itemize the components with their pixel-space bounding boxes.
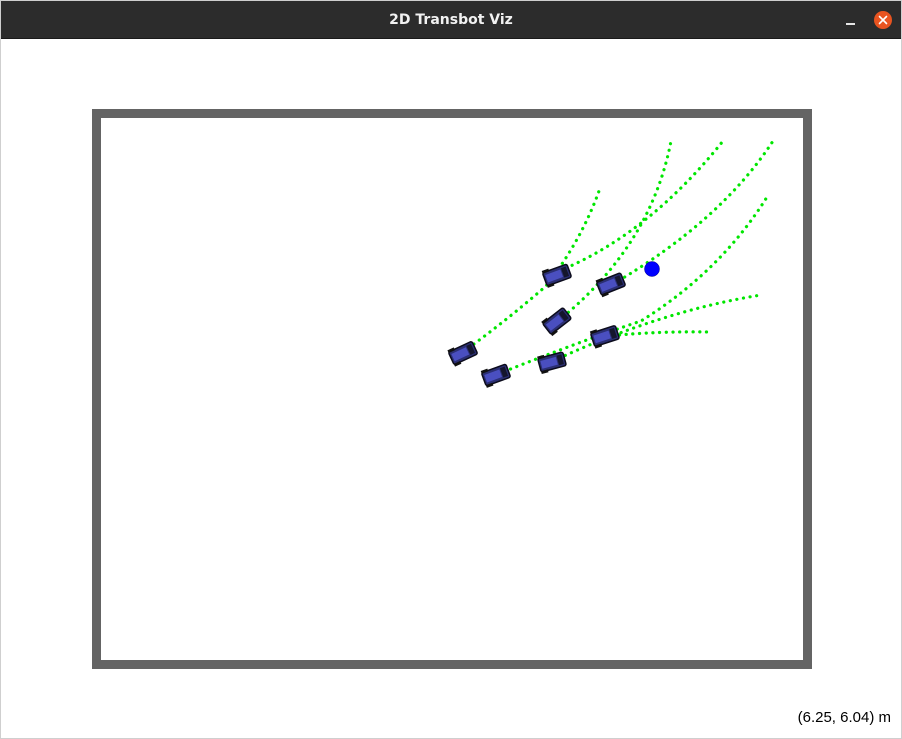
robots	[447, 263, 626, 388]
minimize-icon	[846, 23, 855, 25]
window-title: 2D Transbot Viz	[389, 12, 513, 28]
trajectory	[461, 189, 601, 354]
robot	[541, 307, 572, 337]
robot	[537, 351, 567, 375]
trajectory	[611, 139, 775, 286]
titlebar[interactable]: 2D Transbot Viz	[1, 1, 901, 39]
goal-point	[644, 261, 660, 277]
trajectory	[496, 195, 769, 376]
close-button[interactable]	[874, 11, 892, 29]
coordinate-readout: (6.25, 6.04) m	[797, 709, 891, 726]
viz-canvas[interactable]	[1, 39, 901, 739]
robot	[541, 263, 572, 288]
app-window: 2D Transbot Viz (6.25, 6.04) m	[0, 0, 902, 739]
robot	[595, 272, 626, 298]
arena-boundary	[92, 109, 812, 669]
minimize-button[interactable]	[839, 10, 861, 32]
trajectory	[551, 293, 763, 363]
robot	[589, 325, 620, 349]
trajectory	[564, 139, 725, 270]
robot	[480, 363, 511, 388]
close-icon	[878, 15, 888, 25]
trajectory	[556, 139, 673, 323]
